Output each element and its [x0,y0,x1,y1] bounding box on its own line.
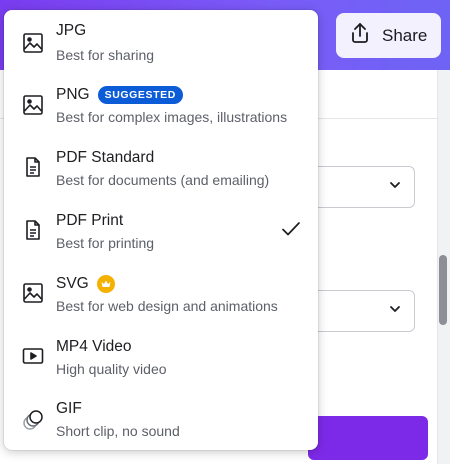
share-icon [348,21,372,50]
scrollbar-thumb[interactable] [439,255,447,325]
menu-item-subtitle: Best for web design and animations [56,298,278,314]
menu-item-title: GIF [56,400,82,417]
crown-icon [96,275,115,293]
menu-item-subtitle: Short clip, no sound [56,423,180,439]
menu-item-subtitle: Best for sharing [56,47,155,63]
menu-item-title: PDF Print [56,212,124,229]
checkmark-icon [280,218,302,240]
menu-item-jpg[interactable]: JPG Best for sharing [4,10,318,72]
menu-item-pdf-print[interactable]: PDF Print Best for printing [4,204,318,266]
menu-item-gif[interactable]: GIF Short clip, no sound [4,392,318,450]
image-icon [22,94,44,116]
document-icon [22,219,44,241]
document-icon [22,156,44,178]
menu-item-subtitle: Best for complex images, illustrations [56,109,288,125]
menu-item-title: PDF Standard [56,149,155,166]
menu-item-subtitle: High quality video [56,361,167,377]
video-icon [22,345,44,367]
menu-item-png[interactable]: PNG SUGGESTED Best for complex images, i… [4,78,318,140]
menu-item-title: MP4 Video [56,338,132,355]
chevron-down-icon [388,178,402,197]
image-icon [22,32,44,54]
menu-item-pdf-standard[interactable]: PDF Standard Best for documents (and ema… [4,141,318,203]
file-type-menu: JPG Best for sharing PNG SUGGESTED Best … [4,10,318,450]
image-icon [22,282,44,304]
menu-item-subtitle: Best for documents (and emailing) [56,172,270,188]
share-button[interactable]: Share [336,13,441,58]
menu-item-mp4-video[interactable]: MP4 Video High quality video [4,330,318,392]
download-button[interactable] [308,416,428,460]
menu-item-title: SVG [56,275,115,293]
menu-item-title: JPG [56,22,87,39]
share-label: Share [382,25,428,45]
chevron-down-icon [388,302,402,321]
menu-item-title: PNG SUGGESTED [56,86,183,104]
suggested-badge: SUGGESTED [97,86,183,104]
gif-icon [22,409,44,431]
menu-item-svg[interactable]: SVG Best for web design and animations [4,267,318,329]
menu-item-subtitle: Best for printing [56,235,155,251]
